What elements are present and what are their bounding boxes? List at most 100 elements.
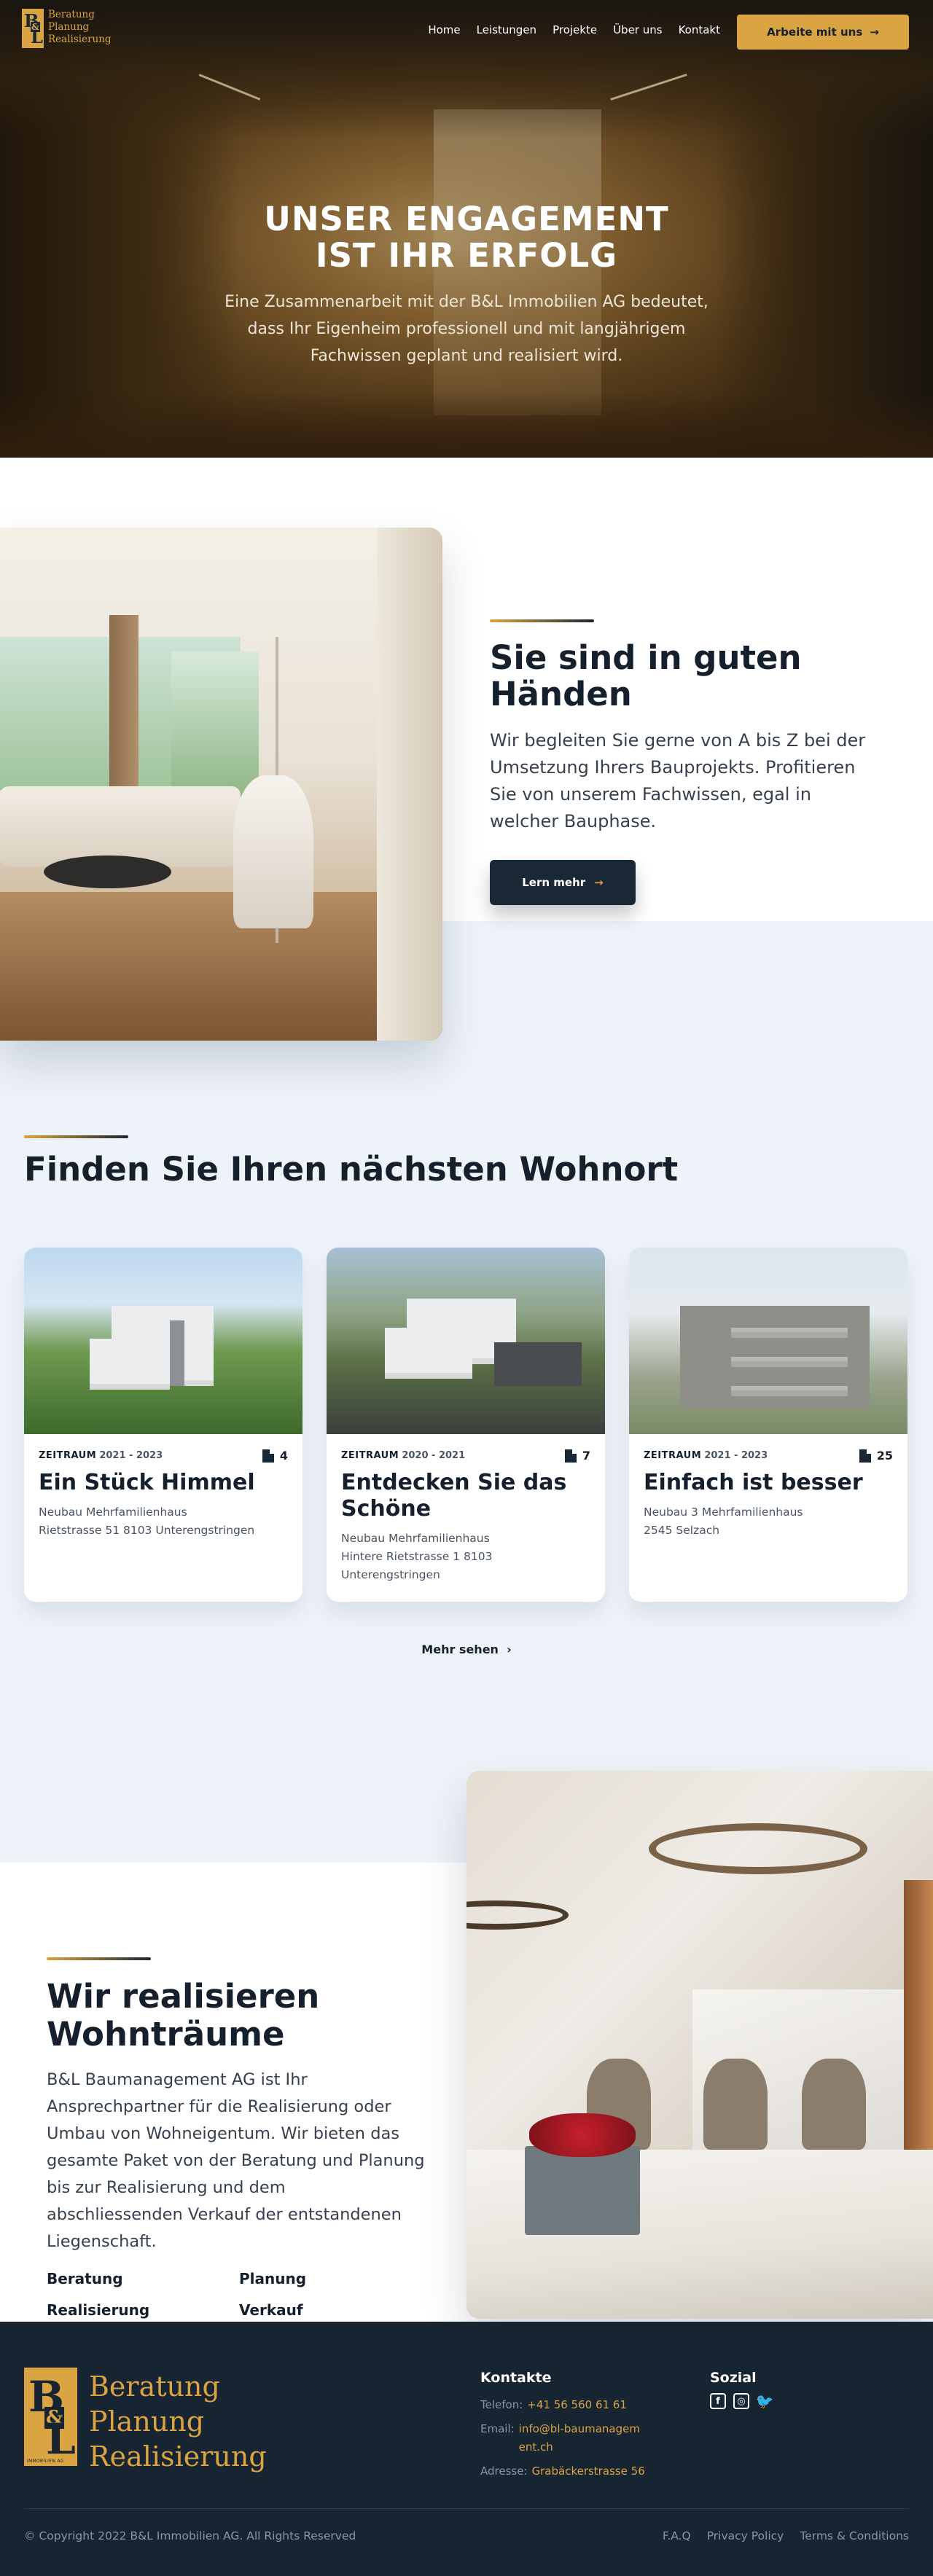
building-windows [731,1328,848,1338]
footer-link-privacy[interactable]: Privacy Policy [707,2529,784,2542]
building-shadow [170,1320,184,1386]
footer-link-terms[interactable]: Terms & Conditions [800,2529,909,2542]
period-label: ZEITRAUM [39,1450,97,1461]
project-image [629,1248,907,1434]
project-desc-line: Hintere Rietstrasse 1 8103 Unterengstrin… [341,1550,493,1581]
contact-address: Adresse: Grabäckerstrasse 56 [480,2462,699,2481]
unit-count: 7 [564,1449,590,1463]
project-desc-line: Rietstrasse 51 8103 Unterengstringen [39,1524,255,1537]
service-item: Beratung [47,2270,123,2287]
icon-part [269,1453,274,1463]
navbar: B & L Beratung Planung Realisierung Home… [0,0,933,63]
image-curtain [109,615,138,804]
image-ring-lamp [649,1823,867,1874]
about-section: Wir realisieren Wohnträume B&L Baumanage… [0,1771,933,2322]
footer-link-faq[interactable]: F.A.Q [663,2529,691,2542]
footer-contacts: Kontakte Telefon: +41 56 560 61 61 Email… [480,2370,699,2481]
period-years: 2021 - 2023 [99,1450,163,1461]
unit-count: 25 [859,1449,893,1463]
period-label: ZEITRAUM [644,1450,702,1461]
image-wall [377,528,442,1041]
footer-links: F.A.Q Privacy Policy Terms & Conditions [663,2529,909,2542]
logo-word: Planung [48,21,90,33]
unit-count: 4 [262,1449,288,1463]
address-link[interactable]: Grabäckerstrasse 56 [532,2462,645,2481]
hero-title: UNSER ENGAGEMENT IST IHR ERFOLG [0,201,933,274]
main-menu: Home Leistungen Projekte Über uns Kontak… [428,23,720,36]
email-link[interactable]: info@bl-baumanagement.ch [519,2420,643,2456]
project-desc-line: Neubau 3 Mehrfamilienhaus [644,1506,803,1519]
footer-logo[interactable]: B & L IMMOBILIEN AG Beratung Planung Rea… [24,2368,267,2474]
nav-link-kontakt[interactable]: Kontakt [679,23,720,36]
logo-letter-l: L [46,2414,76,2464]
project-desc-line: Neubau Mehrfamilienhaus [341,1532,490,1545]
project-description: Neubau Mehrfamilienhaus Hintere Rietstra… [327,1522,605,1584]
icon-part [564,1449,572,1463]
image-wood-panel [904,1880,933,2172]
unit-count-value: 4 [279,1449,288,1463]
icon-part [262,1449,270,1463]
logo-mark: B & L IMMOBILIEN AG [24,2368,77,2466]
logo-mark: B & L [22,9,44,48]
see-more-link[interactable]: Mehr sehen › [0,1643,933,1656]
logo-subtitle: IMMOBILIEN AG [27,2459,64,2464]
projects-section: Finden Sie Ihren nächsten Wohnort ZEITRA… [0,995,933,1782]
image-ring-lamp [466,1900,569,1930]
period-years: 2021 - 2023 [704,1450,768,1461]
learn-more-button[interactable]: Lern mehr → [490,860,636,905]
project-cards: ZEITRAUM 2021 - 2023 4 Ein Stück Himmel … [24,1248,907,1602]
project-period: ZEITRAUM 2021 - 2023 [644,1450,768,1461]
hero-title-line: UNSER ENGAGEMENT [264,200,669,238]
period-label: ZEITRAUM [341,1450,399,1461]
hero-section: B & L Beratung Planung Realisierung Home… [0,0,933,458]
nav-link-projekte[interactable]: Projekte [553,23,597,36]
building-windows [731,1386,848,1396]
header-logo[interactable]: B & L Beratung Planung Realisierung [22,9,112,48]
about-heading-line: Wir realisieren [47,1977,320,2016]
intro-content: Sie sind in guten Händen Wir begleiten S… [490,619,883,905]
service-item: Verkauf [239,2301,303,2319]
nav-link-leistungen[interactable]: Leistungen [477,23,536,36]
work-with-us-label: Arbeite mit uns [767,26,863,39]
address-label: Adresse: [480,2465,528,2478]
hero-subtitle: Eine Zusammenarbeit mit der B&L Immobili… [225,293,708,365]
copyright: © Copyright 2022 B&L Immobilien AG. All … [24,2529,356,2542]
nav-link-ueber-uns[interactable]: Über uns [613,23,663,36]
building-icon [859,1449,871,1463]
unit-count-value: 25 [876,1449,893,1463]
instagram-icon[interactable]: ◎ [733,2393,749,2409]
image-floor [0,892,442,1041]
project-description: Neubau Mehrfamilienhaus Rietstrasse 51 8… [24,1496,302,1540]
phone-link[interactable]: +41 56 560 61 61 [527,2396,627,2414]
kitchen-image [466,1771,933,2319]
hero-title-line: IST IHR ERFOLG [315,236,618,275]
project-meta: ZEITRAUM 2020 - 2021 7 [327,1434,605,1463]
project-card[interactable]: ZEITRAUM 2021 - 2023 4 Ein Stück Himmel … [24,1248,302,1602]
chevron-right-icon: › [502,1643,512,1656]
work-with-us-button[interactable]: Arbeite mit uns → [737,15,909,50]
project-card[interactable]: ZEITRAUM 2021 - 2023 25 Einfach ist bess… [629,1248,907,1602]
building [385,1328,472,1379]
image-chair [802,2059,866,2150]
image-sofa [0,786,241,866]
footer-divider [24,2508,909,2509]
social-icons: f ◎ 🐦 [710,2392,774,2410]
icon-part [571,1453,577,1463]
building-icon [564,1449,577,1463]
project-card[interactable]: ZEITRAUM 2020 - 2021 7 Entdecken Sie das… [327,1248,605,1602]
image-window [171,651,259,797]
phone-label: Telefon: [480,2398,523,2411]
social-heading: Sozial [710,2370,757,2386]
nav-link-home[interactable]: Home [428,23,460,36]
footer-social: Sozial f ◎ 🐦 [710,2370,774,2410]
project-title: Entdecken Sie das Schöne [341,1470,567,1522]
facebook-icon[interactable]: f [710,2393,726,2409]
project-title: Einfach ist besser [644,1470,863,1495]
about-heading: Wir realisieren Wohnträume [47,1978,426,2054]
project-image [327,1248,605,1434]
building-icon [262,1449,274,1463]
service-item: Planung [239,2270,307,2287]
accent-divider [47,1957,151,1960]
twitter-icon[interactable]: 🐦 [756,2392,774,2410]
project-period: ZEITRAUM 2020 - 2021 [341,1450,465,1461]
